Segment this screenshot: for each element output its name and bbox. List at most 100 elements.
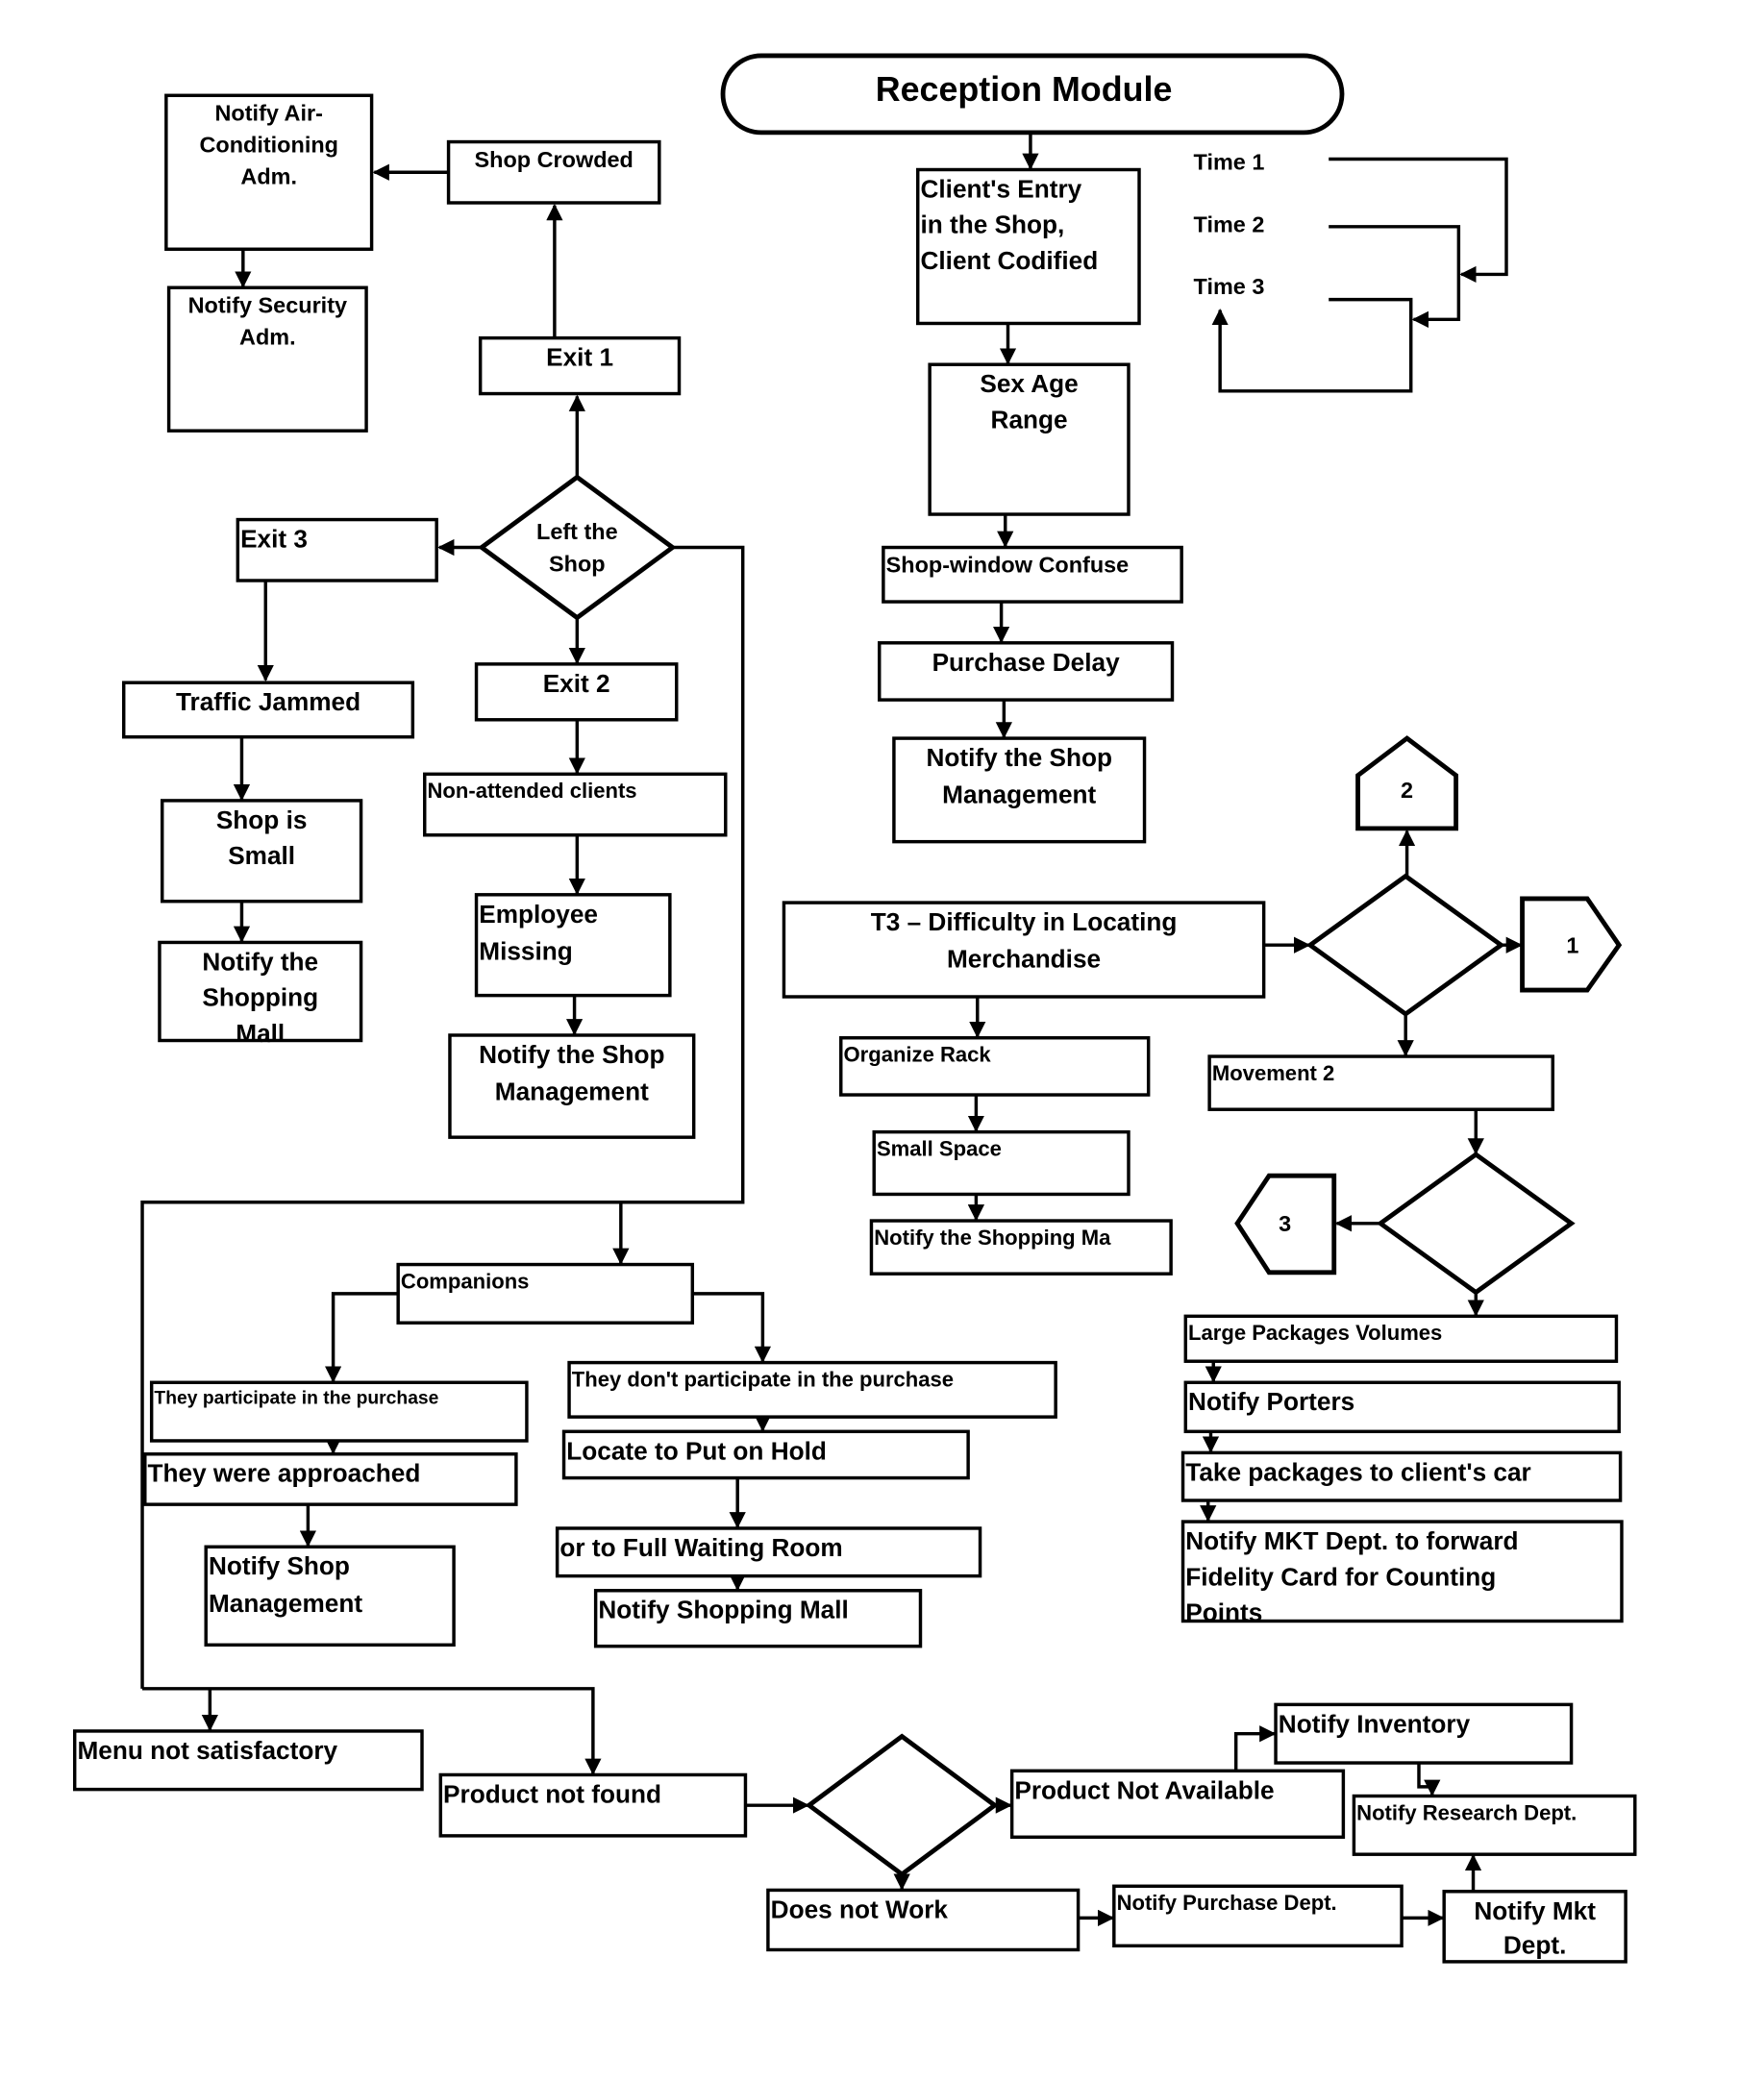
node-purchase-delay[interactable]: Purchase Delay [878, 641, 1175, 702]
node-notify-research[interactable]: Notify Research Dept. [1352, 1794, 1637, 1856]
node-shop-crowded[interactable]: Shop Crowded [446, 139, 661, 205]
node-label: Dept. [1503, 1931, 1566, 1960]
node-label: Product not found [443, 1779, 661, 1808]
connector-1[interactable]: 1 [1520, 896, 1623, 993]
node-label: Locate to Put on Hold [566, 1436, 827, 1465]
node-approached[interactable]: They were approached [143, 1452, 518, 1506]
decision-locating[interactable] [1305, 873, 1505, 1017]
node-label: Menu not satisfactory [77, 1736, 337, 1765]
node-locate-hold[interactable]: Locate to Put on Hold [561, 1429, 970, 1480]
node-label: Notify Research Dept. [1356, 1800, 1577, 1824]
node-label: Small Space [877, 1136, 1002, 1160]
node-employee-missing[interactable]: Employee Missing [474, 893, 672, 998]
decision-shape [1305, 873, 1505, 1017]
node-label: Points [1185, 1598, 1262, 1626]
node-label: Exit 1 [546, 343, 613, 372]
node-label: Fidelity Card for Counting [1185, 1562, 1496, 1591]
node-notify-mkt-fidelity[interactable]: Notify MKT Dept. to forward Fidelity Card… [1180, 1520, 1624, 1626]
node-notify-mall-2[interactable]: Notify the Shopping Ma [869, 1219, 1173, 1276]
flowchart-canvas: Notify Air-ConditioningAdm. Notify Securi… [72, 53, 1637, 1964]
node-shop-small[interactable]: Shop is Small [160, 799, 363, 904]
title-terminator[interactable]: Reception Module [720, 53, 1345, 136]
node-notify-shop-mgmt-3[interactable]: Notify Shop Management [204, 1545, 456, 1647]
timer-label-1: Time 1 [1194, 150, 1265, 175]
timer-label-3: Time 3 [1194, 274, 1265, 299]
node-companions[interactable]: Companions [396, 1262, 695, 1325]
node-label: Does not Work [771, 1895, 949, 1923]
node-label: Notify the Shop [926, 743, 1111, 772]
node-small-space[interactable]: Small Space [872, 1129, 1130, 1197]
timer-label-2: Time 2 [1194, 211, 1265, 236]
node-label: Notify Air- [215, 100, 323, 125]
node-notify-shop-mgmt-2[interactable]: Notify the Shop Management [892, 736, 1147, 844]
node-label: Movement 2 [1212, 1061, 1334, 1085]
decision-left-the-shop[interactable]: Left the Shop [477, 474, 677, 621]
node-label: Employee [479, 900, 598, 929]
node-traffic-jammed[interactable]: Traffic Jammed [121, 681, 415, 739]
node-notify-shop-mgmt-1[interactable]: Notify the Shop Management [448, 1033, 696, 1139]
edge-15 [692, 1292, 772, 1363]
node-label: Shopping [202, 983, 318, 1012]
node-sex-age[interactable]: Sex Age Range [928, 362, 1130, 516]
connector-label: 1 [1566, 932, 1578, 957]
node-label: Client Codified [920, 246, 1098, 275]
node-label: T3 – Difficulty in Locating [871, 907, 1178, 936]
node-label: Notify Purchase Dept. [1117, 1891, 1337, 1915]
decision-shape [477, 474, 677, 621]
node-product-not-available[interactable]: Product Not Available [1009, 1769, 1346, 1839]
node-large-packages[interactable]: Large Packages Volumes [1183, 1314, 1619, 1363]
node-take-packages[interactable]: Take packages to client's car [1180, 1450, 1623, 1502]
node-full-waiting[interactable]: or to Full Waiting Room [555, 1526, 982, 1578]
node-product-not-found[interactable]: Product not found [438, 1772, 748, 1838]
node-label: Exit 2 [543, 669, 610, 698]
node-notify-ac[interactable]: Notify Air- Conditioning Adm. [164, 93, 374, 251]
node-organize-rack[interactable]: Organize Rack [839, 1036, 1151, 1097]
node-label: Large Packages Volumes [1188, 1321, 1442, 1345]
node-notify-mall-1[interactable]: Notify the Shopping Mall [158, 940, 363, 1048]
node-movement2[interactable]: Movement 2 [1207, 1054, 1554, 1111]
node-label: Adm. [239, 325, 296, 350]
connector-2[interactable]: 2 [1355, 735, 1459, 831]
node-label: Notify Mkt [1474, 1896, 1596, 1925]
node-label: Notify the [202, 947, 318, 976]
node-exit1[interactable]: Exit 1 [478, 335, 682, 396]
decision-product[interactable] [805, 1733, 999, 1877]
node-notify-mall-3[interactable]: Notify Shopping Mall [593, 1589, 923, 1648]
node-label: Management [495, 1078, 649, 1106]
node-notify-purchase[interactable]: Notify Purchase Dept. [1112, 1884, 1404, 1948]
node-shop-window[interactable]: Shop-window Confuse [882, 545, 1183, 604]
node-t3-difficulty[interactable]: T3 – Difficulty in Locating Merchandise [782, 901, 1266, 999]
node-label: Take packages to client's car [1185, 1457, 1530, 1486]
title-label: Reception Module [876, 70, 1173, 109]
node-exit2[interactable]: Exit 2 [474, 662, 679, 722]
node-menu-not-satisfactory[interactable]: Menu not satisfactory [72, 1729, 424, 1792]
node-label: Small [228, 841, 295, 870]
node-label: Notify Shopping Mall [598, 1596, 848, 1624]
connector-label: 3 [1279, 1211, 1291, 1236]
node-not-participate[interactable]: They don't participate in the purchase [567, 1360, 1057, 1419]
node-label: Merchandise [947, 945, 1101, 974]
node-notify-security[interactable]: Notify Security Adm. [166, 285, 368, 433]
node-does-not-work[interactable]: Does not Work [766, 1888, 1081, 1952]
node-notify-porters[interactable]: Notify Porters [1183, 1380, 1621, 1434]
node-participate[interactable]: They participate in the purchase [149, 1380, 529, 1443]
edge-14 [324, 1292, 399, 1383]
node-notify-mkt[interactable]: Notify Mkt Dept. [1442, 1890, 1627, 1964]
connector-3[interactable]: 3 [1234, 1173, 1337, 1276]
node-label: or to Full Waiting Room [559, 1533, 842, 1562]
node-label: Product Not Available [1014, 1775, 1274, 1804]
node-notify-inventory[interactable]: Notify Inventory [1274, 1702, 1574, 1765]
node-label: Sex Age [980, 369, 1078, 398]
node-label: Range [991, 405, 1068, 434]
node-label: Notify MKT Dept. to forward [1185, 1526, 1518, 1555]
edge-27 [1417, 1763, 1441, 1796]
node-exit3[interactable]: Exit 3 [236, 517, 438, 582]
node-label: Shop is [216, 805, 308, 834]
node-client-entry[interactable]: Client's Entry in the Shop, Client Codifie… [916, 167, 1141, 326]
decision-movement[interactable] [1376, 1152, 1576, 1296]
node-label: Notify Security [188, 292, 347, 317]
node-label: Management [209, 1589, 362, 1618]
node-label: They don't participate in the purchase [572, 1367, 954, 1391]
edge-49 [1329, 157, 1508, 284]
node-non-attended[interactable]: Non-attended clients [423, 772, 728, 837]
